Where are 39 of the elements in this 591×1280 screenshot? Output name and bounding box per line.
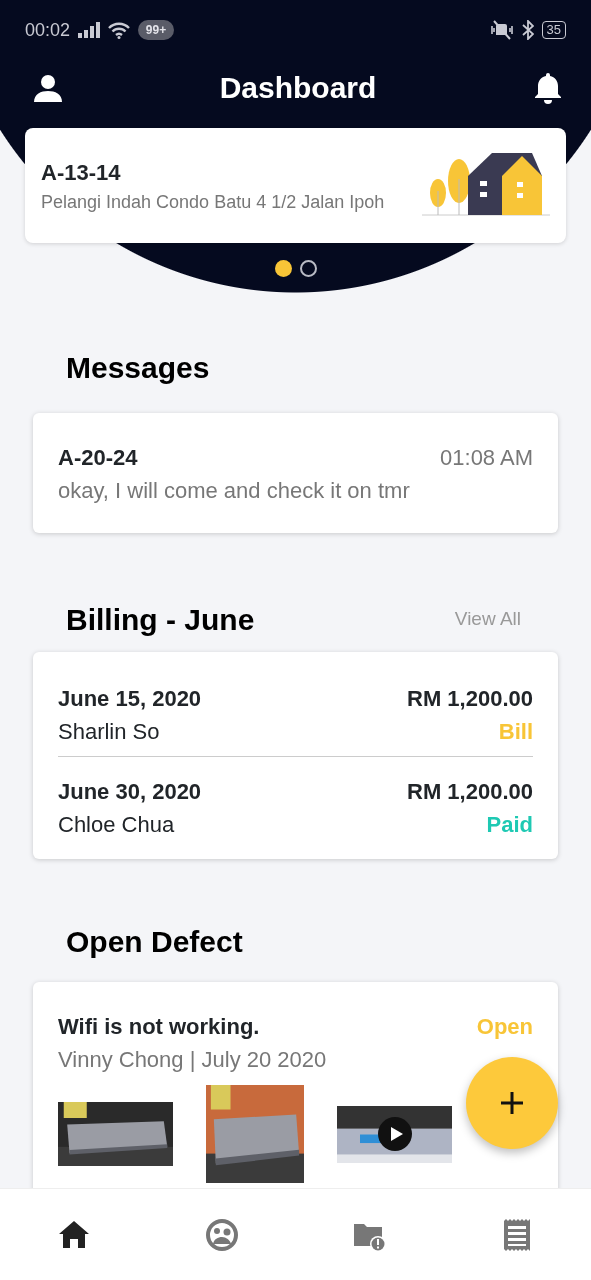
plus-icon — [500, 1091, 524, 1115]
message-sender: A-20-24 — [58, 444, 138, 472]
clock-time: 00:02 — [25, 18, 71, 42]
signal-icon — [78, 22, 101, 38]
bill-date: June 30, 2020 — [58, 778, 202, 806]
bluetooth-icon — [521, 20, 534, 40]
page-title: Dashboard — [219, 70, 377, 106]
defect-status: Open — [476, 1013, 533, 1041]
wifi-icon — [108, 21, 131, 39]
billing-row[interactable]: June 15, 2020 Sharlin So RM 1,200.00 Bill — [58, 660, 533, 756]
bell-icon — [534, 71, 562, 104]
pager-dot[interactable] — [274, 259, 292, 277]
bill-date: June 15, 2020 — [58, 685, 202, 713]
message-card[interactable]: A-20-24 01:08 AM okay, I will come and check it on tmr — [33, 413, 558, 533]
play-icon[interactable] — [377, 1117, 412, 1151]
section-title: Open Defect — [65, 924, 244, 960]
defect-meta: Vinny Chong | July 20 2020 — [58, 1046, 327, 1074]
unit-number: A-13-14 — [41, 158, 122, 187]
message-time: 01:08 AM — [440, 444, 533, 472]
notification-badge: 99+ — [138, 19, 174, 41]
unit-card[interactable]: A-13-14 Pelangi Indah Condo Batu 4 1/2 Jalan Ipoh — [25, 128, 566, 243]
battery-indicator: 35 — [541, 21, 566, 39]
user-icon — [34, 73, 62, 102]
section-title: Messages — [65, 350, 211, 386]
vibrate-off-icon — [489, 20, 514, 40]
defect-card[interactable]: Wifi is not working. Open Vinny Chong | July 20 2020 — [33, 982, 558, 1188]
bill-amount: RM 1,200.00 — [407, 778, 533, 806]
bill-status: Paid — [485, 811, 533, 839]
tenant-name: Sharlin So — [58, 718, 161, 746]
message-text: okay, I will come and check it on tmr — [58, 477, 411, 505]
billing-row[interactable]: June 30, 2020 Chloe Chua RM 1,200.00 Paid — [58, 756, 533, 851]
unit-address: Pelangi Indah Condo Batu 4 1/2 Jalan Ipoh — [41, 190, 385, 214]
pager-dot[interactable] — [299, 259, 317, 277]
section-title: Billing - June — [65, 602, 255, 638]
bill-status: Bill — [497, 718, 533, 746]
bill-amount: RM 1,200.00 — [407, 685, 533, 713]
tenant-name: Chloe Chua — [58, 811, 176, 839]
defect-title: Wifi is not working. — [58, 1013, 260, 1041]
face-icon — [204, 1217, 239, 1252]
